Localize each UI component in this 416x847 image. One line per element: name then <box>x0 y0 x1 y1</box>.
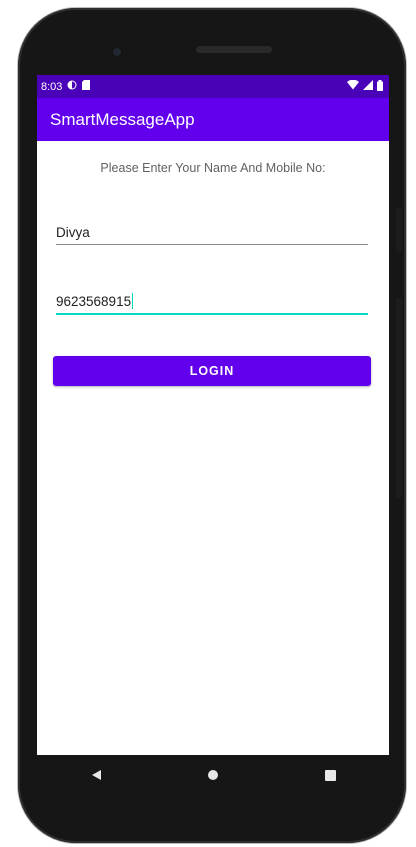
name-input[interactable]: Divya <box>56 217 368 245</box>
text-cursor <box>132 293 134 309</box>
recents-icon[interactable] <box>310 760 350 790</box>
battery-icon <box>377 79 383 94</box>
earpiece-speaker <box>196 46 272 53</box>
login-form: Please Enter Your Name And Mobile No: Di… <box>37 141 389 755</box>
sim-card-icon <box>82 80 91 93</box>
home-icon[interactable] <box>193 760 233 790</box>
sync-icon <box>67 80 77 93</box>
signal-icon <box>363 80 373 93</box>
status-time: 8:03 <box>41 80 63 93</box>
app-bar: SmartMessageApp <box>37 98 389 141</box>
status-bar: 8:03 <box>37 75 389 98</box>
volume-key <box>396 208 402 252</box>
back-icon[interactable] <box>76 760 116 790</box>
login-button-label: LOGIN <box>189 364 235 378</box>
login-button[interactable]: LOGIN <box>53 356 371 386</box>
mobile-input[interactable]: 9623568915 <box>56 287 368 315</box>
power-key <box>396 298 402 498</box>
front-camera <box>111 46 123 58</box>
phone-screen: 8:03 SmartMessageApp Please Enter Your N… <box>37 75 389 755</box>
name-input-value: Divya <box>56 225 90 240</box>
wifi-icon <box>347 79 359 93</box>
mobile-input-value: 9623568915 <box>56 294 132 309</box>
app-title: SmartMessageApp <box>50 109 195 129</box>
instruction-text: Please Enter Your Name And Mobile No: <box>100 161 326 175</box>
navigation-bar <box>37 755 389 795</box>
